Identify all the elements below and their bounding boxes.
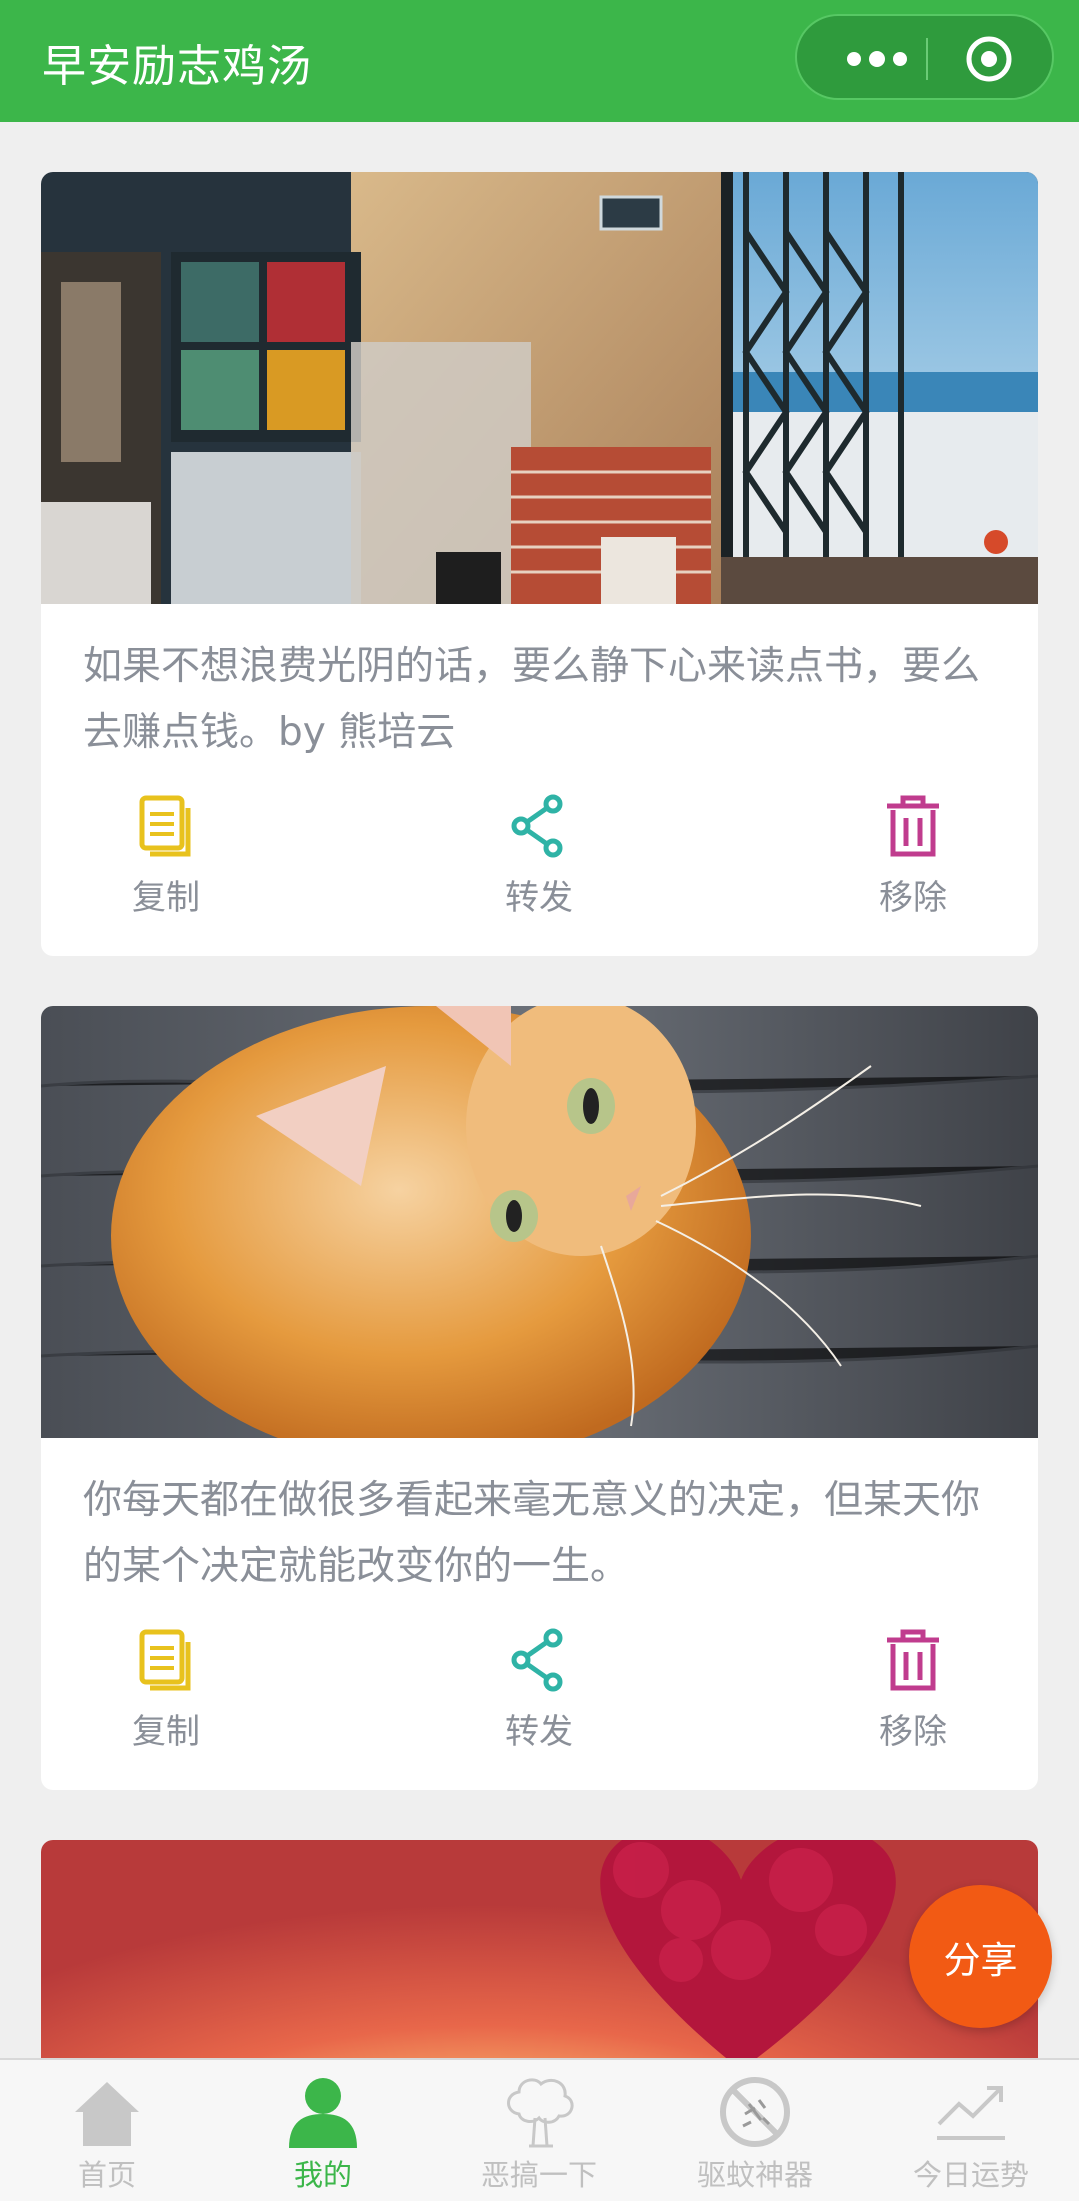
page-title: 早安励志鸡汤 (42, 41, 312, 92)
copy-icon (139, 1629, 191, 1691)
tree-icon (507, 2078, 574, 2148)
capsule-divider (926, 38, 928, 80)
tab-mosquito-label: 驱蚊神器 (696, 2158, 813, 2192)
tab-fortune-label: 今日运势 (912, 2158, 1029, 2192)
more-dots-icon (847, 51, 907, 67)
tab-mosquito[interactable]: 驱蚊神器 (675, 2074, 835, 2199)
quote-text: 你每天都在做很多看起来毫无意义的决定，但某天你的某个决定就能改变你的一生。 (83, 1478, 981, 1589)
more-menu-button[interactable] (832, 35, 922, 83)
card-image-cat (41, 1006, 1038, 1438)
trash-icon (887, 795, 939, 857)
mini-program-capsule (795, 14, 1054, 100)
copy-label: 复制 (132, 878, 200, 918)
tab-home-label: 首页 (77, 2158, 136, 2192)
remove-label: 移除 (879, 1712, 947, 1752)
card-actions: 复制 转发 移除 (41, 794, 1038, 924)
forward-label: 转发 (505, 878, 573, 918)
forward-label: 转发 (505, 1712, 573, 1752)
tab-mine[interactable]: 我的 (243, 2074, 403, 2199)
remove-label: 移除 (879, 878, 947, 918)
home-icon (75, 2082, 139, 2146)
share-icon (511, 794, 563, 858)
close-mini-program-button[interactable] (959, 35, 1019, 83)
person-icon (289, 2078, 357, 2148)
card-actions: 复制 转发 移除 (41, 1628, 1038, 1758)
tab-prank[interactable]: 恶搞一下 (459, 2074, 619, 2199)
quote-card: 你每天都在做很多看起来毫无意义的决定，但某天你的某个决定就能改变你的一生。 复制… (41, 1006, 1038, 1790)
tab-mine-label: 我的 (293, 2158, 352, 2192)
quote-text: 如果不想浪费光阴的话，要么静下心来读点书，要么去赚点钱。by 熊培云 (83, 644, 981, 755)
copy-label: 复制 (132, 1712, 200, 1752)
copy-icon (139, 795, 191, 857)
share-button[interactable]: 分享 (909, 1885, 1052, 2028)
card-image-room (41, 172, 1038, 604)
tab-home[interactable]: 首页 (27, 2074, 187, 2199)
tab-fortune[interactable]: 今日运势 (891, 2074, 1051, 2199)
trend-icon (937, 2086, 1005, 2140)
copy-button[interactable]: 复制 (96, 794, 236, 924)
remove-button[interactable]: 移除 (843, 1628, 983, 1758)
remove-button[interactable]: 移除 (843, 794, 983, 924)
title-bar: 早安励志鸡汤 (0, 0, 1079, 122)
trash-icon (887, 1629, 939, 1691)
no-mosquito-icon (720, 2077, 790, 2147)
quote-card: 如果不想浪费光阴的话，要么静下心来读点书，要么去赚点钱。by 熊培云 复制 转发 (41, 172, 1038, 956)
copy-button[interactable]: 复制 (96, 1628, 236, 1758)
forward-button[interactable]: 转发 (469, 1628, 609, 1758)
bottom-tab-bar: 首页 我的 恶搞一下 驱蚊神器 今日运势 (0, 2058, 1079, 2201)
tab-prank-label: 恶搞一下 (480, 2158, 597, 2192)
target-close-icon (966, 36, 1012, 82)
forward-button[interactable]: 转发 (469, 794, 609, 924)
share-icon (511, 1628, 563, 1692)
